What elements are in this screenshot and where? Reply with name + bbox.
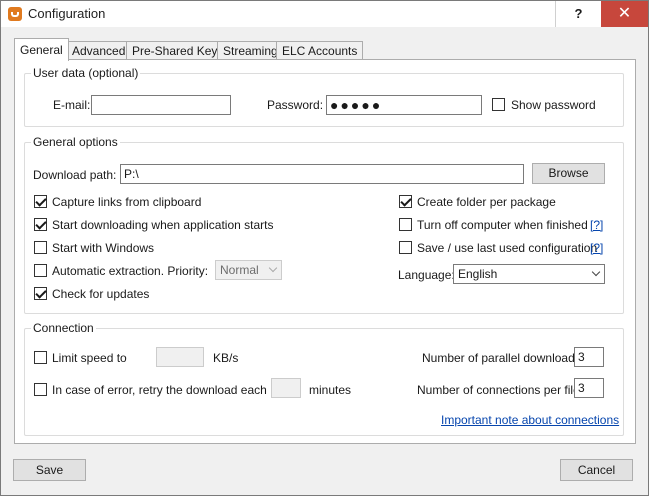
priority-select[interactable]: Normal bbox=[215, 260, 282, 280]
save-config-label: Save / use last used configuration bbox=[417, 241, 598, 255]
password-label: Password: bbox=[267, 98, 324, 112]
tab-general[interactable]: General bbox=[14, 38, 69, 61]
general-options-title: General options bbox=[31, 135, 120, 149]
auto-extract-checkbox[interactable] bbox=[34, 264, 47, 277]
chevron-down-icon bbox=[591, 267, 601, 277]
user-data-title: User data (optional) bbox=[31, 66, 141, 80]
password-field[interactable]: ●●●●● bbox=[326, 95, 482, 115]
chevron-down-icon bbox=[268, 263, 278, 273]
turn-off-checkbox[interactable] bbox=[399, 218, 412, 231]
retry-checkbox[interactable] bbox=[34, 383, 47, 396]
app-icon bbox=[8, 7, 22, 21]
tab-elc-accounts[interactable]: ELC Accounts bbox=[276, 41, 364, 60]
connections-per-file-field[interactable]: 3 bbox=[574, 378, 604, 398]
window-title: Configuration bbox=[28, 6, 106, 21]
priority-value: Normal bbox=[220, 263, 259, 277]
limit-speed-checkbox[interactable] bbox=[34, 351, 47, 364]
language-value: English bbox=[458, 267, 498, 281]
tab-advanced[interactable]: Advanced bbox=[66, 41, 132, 60]
parallel-downloads-label: Number of parallel downloads: bbox=[422, 351, 585, 365]
show-password-label: Show password bbox=[511, 98, 596, 112]
tab-streaming[interactable]: Streaming bbox=[217, 41, 284, 60]
show-password-checkbox[interactable] bbox=[492, 98, 505, 111]
tab-pre-shared-keys[interactable]: Pre-Shared Keys bbox=[126, 41, 230, 60]
speed-limit-field[interactable] bbox=[156, 347, 204, 367]
parallel-downloads-field[interactable]: 3 bbox=[574, 347, 604, 367]
capture-links-label: Capture links from clipboard bbox=[52, 195, 202, 209]
retry-interval-field[interactable] bbox=[271, 378, 301, 398]
email-label: E-mail: bbox=[53, 98, 91, 112]
start-windows-checkbox[interactable] bbox=[34, 241, 47, 254]
start-windows-label: Start with Windows bbox=[52, 241, 155, 255]
title-bar: Configuration ? ✕ bbox=[1, 1, 648, 27]
start-downloading-checkbox[interactable] bbox=[34, 218, 47, 231]
save-config-help-link[interactable]: [?] bbox=[590, 241, 603, 255]
create-folder-label: Create folder per package bbox=[417, 195, 556, 209]
download-path-field[interactable]: P:\ bbox=[120, 164, 524, 184]
close-button[interactable]: ✕ bbox=[601, 1, 648, 27]
limit-speed-label: Limit speed to bbox=[52, 351, 127, 365]
auto-extract-label: Automatic extraction. Priority: bbox=[52, 264, 209, 278]
email-field[interactable] bbox=[91, 95, 231, 115]
capture-links-checkbox[interactable] bbox=[34, 195, 47, 208]
connection-title: Connection bbox=[31, 321, 96, 335]
browse-button[interactable]: Browse bbox=[532, 163, 605, 184]
help-button[interactable]: ? bbox=[555, 1, 601, 27]
check-updates-label: Check for updates bbox=[52, 287, 150, 301]
retry-label: In case of error, retry the download eac… bbox=[52, 383, 267, 397]
cancel-button[interactable]: Cancel bbox=[560, 459, 633, 481]
retry-unit-label: minutes bbox=[309, 383, 352, 397]
tab-panel-general: User data (optional) E-mail: Password: ●… bbox=[14, 59, 636, 444]
speed-unit-label: KB/s bbox=[213, 351, 239, 365]
turn-off-help-link[interactable]: [?] bbox=[590, 218, 603, 232]
download-path-label: Download path: bbox=[33, 168, 117, 182]
turn-off-label: Turn off computer when finished bbox=[417, 218, 588, 232]
create-folder-checkbox[interactable] bbox=[399, 195, 412, 208]
connections-note-link[interactable]: Important note about connections bbox=[441, 413, 619, 427]
connections-per-file-label: Number of connections per file: bbox=[417, 383, 584, 397]
save-button[interactable]: Save bbox=[13, 459, 86, 481]
check-updates-checkbox[interactable] bbox=[34, 287, 47, 300]
configuration-window: Configuration ? ✕ General Advanced Pre-S… bbox=[0, 0, 649, 496]
start-downloading-label: Start downloading when application start… bbox=[52, 218, 274, 232]
language-label: Language: bbox=[398, 268, 455, 282]
language-select[interactable]: English bbox=[453, 264, 605, 284]
save-config-checkbox[interactable] bbox=[399, 241, 412, 254]
